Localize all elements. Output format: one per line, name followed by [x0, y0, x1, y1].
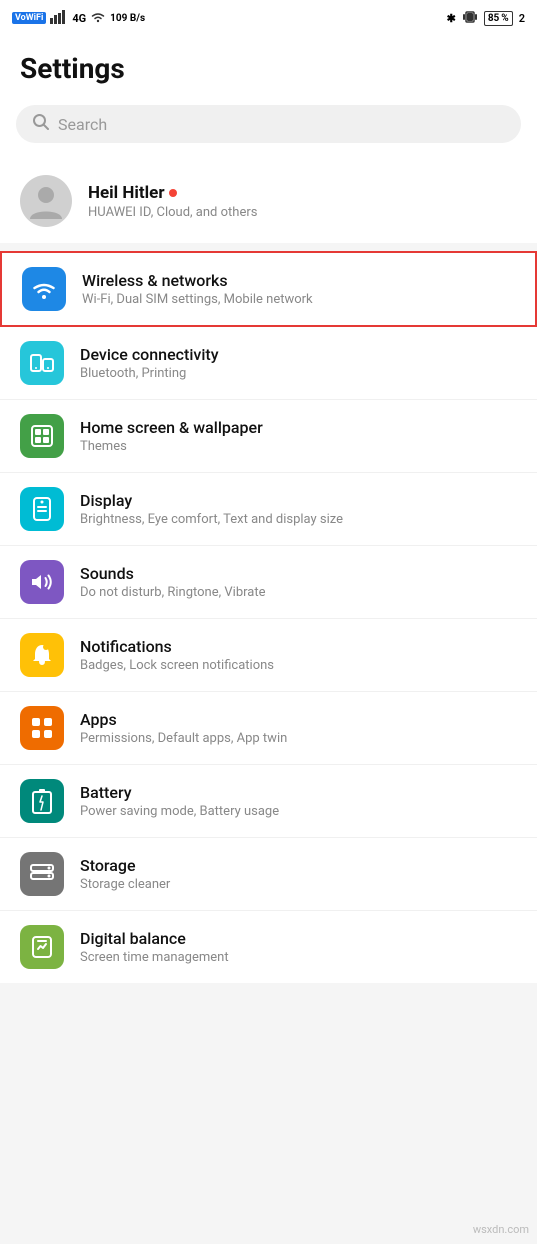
wifi-icon	[90, 11, 106, 26]
vibrate-icon	[462, 10, 478, 27]
apps-text: Apps Permissions, Default apps, App twin	[80, 710, 287, 746]
storage-subtitle: Storage cleaner	[80, 877, 170, 892]
signal-type: 4G	[72, 12, 86, 25]
homescreen-icon	[20, 414, 64, 458]
home-screen-title: Home screen & wallpaper	[80, 418, 263, 437]
network-speed: 109 B/s	[110, 13, 145, 24]
settings-item-battery[interactable]: Battery Power saving mode, Battery usage	[0, 765, 537, 838]
settings-item-home-screen[interactable]: Home screen & wallpaper Themes	[0, 400, 537, 473]
settings-item-digital-balance[interactable]: Digital balance Screen time management	[0, 911, 537, 983]
sounds-text: Sounds Do not disturb, Ringtone, Vibrate	[80, 564, 266, 600]
device-icon	[20, 341, 64, 385]
settings-item-notifications[interactable]: Notifications Badges, Lock screen notifi…	[0, 619, 537, 692]
display-title: Display	[80, 491, 343, 510]
notification-dot	[169, 189, 177, 197]
wireless-subtitle: Wi-Fi, Dual SIM settings, Mobile network	[82, 292, 313, 307]
extra-indicator: 2	[519, 12, 525, 25]
profile-row[interactable]: Heil Hitler HUAWEI ID, Cloud, and others	[0, 159, 537, 243]
profile-subtitle: HUAWEI ID, Cloud, and others	[88, 205, 257, 220]
page-title-bar: Settings	[0, 36, 537, 97]
sounds-subtitle: Do not disturb, Ringtone, Vibrate	[80, 585, 266, 600]
storage-title: Storage	[80, 856, 170, 875]
search-placeholder: Search	[58, 115, 107, 134]
home-screen-text: Home screen & wallpaper Themes	[80, 418, 263, 454]
vowifi-badge: VoWiFi	[12, 12, 46, 24]
sounds-title: Sounds	[80, 564, 266, 583]
digital-balance-subtitle: Screen time management	[80, 950, 229, 965]
settings-list: Wireless & networks Wi-Fi, Dual SIM sett…	[0, 251, 537, 983]
apps-subtitle: Permissions, Default apps, App twin	[80, 731, 287, 746]
battery-text: Battery Power saving mode, Battery usage	[80, 783, 279, 819]
storage-icon	[20, 852, 64, 896]
page-title: Settings	[20, 52, 517, 85]
battery-indicator: 85%	[484, 11, 513, 26]
profile-name: Heil Hitler	[88, 183, 257, 203]
status-left: VoWiFi 4G 109 B/s	[12, 10, 145, 27]
status-bar: VoWiFi 4G 109 B/s ✱	[0, 0, 537, 36]
device-connectivity-subtitle: Bluetooth, Printing	[80, 366, 219, 381]
apps-title: Apps	[80, 710, 287, 729]
search-icon	[32, 113, 50, 135]
signal-bars	[50, 10, 68, 27]
notifications-icon	[20, 633, 64, 677]
settings-item-storage[interactable]: Storage Storage cleaner	[0, 838, 537, 911]
storage-text: Storage Storage cleaner	[80, 856, 170, 892]
status-right: ✱ 85% 2	[447, 10, 525, 27]
home-screen-subtitle: Themes	[80, 439, 263, 454]
display-subtitle: Brightness, Eye comfort, Text and displa…	[80, 512, 343, 527]
battery-title: Battery	[80, 783, 279, 802]
wifi-icon	[22, 267, 66, 311]
avatar	[20, 175, 72, 227]
digital-balance-title: Digital balance	[80, 929, 229, 948]
sounds-icon	[20, 560, 64, 604]
profile-info: Heil Hitler HUAWEI ID, Cloud, and others	[88, 183, 257, 220]
apps-icon	[20, 706, 64, 750]
device-connectivity-title: Device connectivity	[80, 345, 219, 364]
display-text: Display Brightness, Eye comfort, Text an…	[80, 491, 343, 527]
notifications-title: Notifications	[80, 637, 274, 656]
settings-item-sounds[interactable]: Sounds Do not disturb, Ringtone, Vibrate	[0, 546, 537, 619]
settings-item-wireless[interactable]: Wireless & networks Wi-Fi, Dual SIM sett…	[0, 251, 537, 327]
settings-item-device-connectivity[interactable]: Device connectivity Bluetooth, Printing	[0, 327, 537, 400]
settings-item-display[interactable]: Display Brightness, Eye comfort, Text an…	[0, 473, 537, 546]
display-icon	[20, 487, 64, 531]
search-container: Search	[0, 97, 537, 159]
settings-item-apps[interactable]: Apps Permissions, Default apps, App twin	[0, 692, 537, 765]
battery-subtitle: Power saving mode, Battery usage	[80, 804, 279, 819]
notifications-subtitle: Badges, Lock screen notifications	[80, 658, 274, 673]
watermark: wsxdn.com	[473, 1223, 529, 1236]
battery-icon	[20, 779, 64, 823]
notifications-text: Notifications Badges, Lock screen notifi…	[80, 637, 274, 673]
device-connectivity-text: Device connectivity Bluetooth, Printing	[80, 345, 219, 381]
wireless-title: Wireless & networks	[82, 271, 313, 290]
balance-icon	[20, 925, 64, 969]
bluetooth-icon: ✱	[447, 12, 456, 25]
search-box[interactable]: Search	[16, 105, 521, 143]
wireless-text: Wireless & networks Wi-Fi, Dual SIM sett…	[82, 271, 313, 307]
digital-balance-text: Digital balance Screen time management	[80, 929, 229, 965]
